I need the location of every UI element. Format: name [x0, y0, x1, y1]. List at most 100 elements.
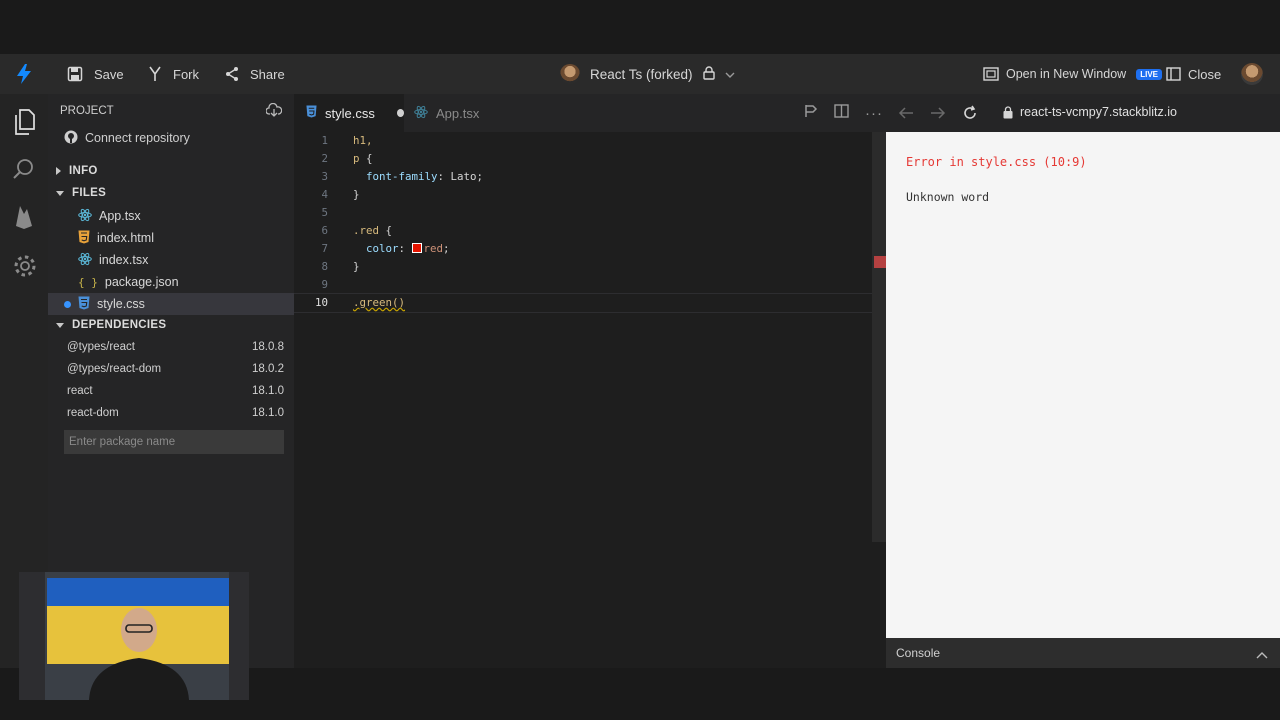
files-icon[interactable] — [12, 109, 36, 135]
dependency-version: 18.1.0 — [252, 385, 284, 397]
fork-button[interactable]: Fork — [148, 54, 199, 94]
cloud-download-icon[interactable] — [265, 102, 283, 120]
dependency-name: @types/react-dom — [67, 363, 162, 375]
github-icon — [64, 130, 78, 147]
line-code: h1, — [353, 134, 373, 147]
search-icon[interactable] — [12, 157, 36, 181]
line-code: font-family: Lato; — [353, 168, 483, 186]
file-item-package-json[interactable]: { } package.json — [48, 271, 294, 293]
code-line: 4 } — [294, 186, 874, 204]
console-bar[interactable]: Console — [886, 638, 1280, 668]
line-number: 4 — [321, 188, 328, 201]
chevron-up-icon[interactable] — [1256, 648, 1268, 662]
refresh-icon[interactable] — [962, 105, 978, 126]
value-token: : Lato; — [437, 170, 484, 183]
editor-tab-bar: style.css App.tsx ··· — [294, 94, 886, 132]
code-line: 7 color: red; — [294, 240, 874, 258]
value-token: red — [423, 242, 444, 255]
dependency-item[interactable]: @types/react 18.0.8 — [48, 336, 294, 358]
preview-url[interactable]: react-ts-vcmpy7.stackblitz.io — [1020, 105, 1177, 119]
caret-right-icon — [56, 167, 61, 175]
info-section-header[interactable]: INFO — [48, 160, 294, 182]
unsaved-dot-icon[interactable] — [396, 109, 404, 117]
dependency-item[interactable]: react-dom 18.1.0 — [48, 402, 294, 424]
code-line: 3 font-family: Lato; — [294, 168, 874, 186]
file-item-index-tsx[interactable]: index.tsx — [48, 249, 294, 271]
dependencies-section-header[interactable]: DEPENDENCIES — [48, 314, 294, 336]
caret-down-icon — [56, 322, 64, 328]
dependency-name: react — [67, 385, 93, 397]
dependency-name: @types/react — [67, 341, 135, 353]
react-icon — [78, 208, 92, 225]
project-header-label: PROJECT — [60, 105, 114, 117]
file-item-index-html[interactable]: index.html — [48, 227, 294, 249]
caret-down-icon — [56, 190, 64, 196]
editor-actions: ··· — [804, 94, 883, 132]
info-header-label: INFO — [69, 165, 98, 177]
package-name-input[interactable] — [64, 430, 284, 454]
close-label: Close — [1188, 66, 1222, 82]
share-button[interactable]: Share — [224, 54, 285, 94]
preview-pane: Error in style.css (10:9) Unknown word — [886, 132, 1280, 638]
chevron-down-icon — [725, 67, 735, 82]
open-new-window-label: Open in New Window — [1006, 67, 1127, 81]
close-button[interactable]: Close — [1166, 54, 1221, 94]
dependencies-header-label: DEPENDENCIES — [72, 319, 167, 331]
share-label: Share — [250, 66, 285, 82]
selector-token: .red — [353, 224, 380, 237]
close-panel-icon — [1166, 67, 1181, 81]
line-number: 1 — [321, 134, 328, 147]
react-icon — [78, 252, 92, 269]
css3-icon — [306, 105, 317, 121]
split-editor-icon[interactable] — [834, 104, 849, 122]
tab-app-tsx[interactable]: App.tsx — [404, 94, 504, 132]
code-line: 6 .red { — [294, 222, 874, 240]
project-header: PROJECT — [48, 100, 294, 122]
code-line: 2 p { — [294, 150, 874, 168]
firebase-icon[interactable] — [12, 204, 36, 229]
editor-scrollbar[interactable] — [872, 132, 886, 542]
format-icon[interactable] — [804, 104, 818, 122]
line-number: 10 — [314, 296, 328, 309]
code-line: 5 — [294, 204, 874, 222]
color-swatch[interactable] — [411, 243, 422, 253]
active-file-dot — [64, 300, 71, 308]
stackblitz-logo-icon[interactable] — [14, 63, 34, 88]
preview-url-bar: react-ts-vcmpy7.stackblitz.io — [886, 94, 1280, 132]
dependency-version: 18.1.0 — [252, 407, 284, 419]
line-number: 2 — [321, 152, 328, 165]
code-editor[interactable]: 1 h1, 2 p { 3 font-family: Lato; 4 } 5 6… — [294, 132, 886, 668]
html5-icon — [78, 230, 90, 247]
file-name: index.tsx — [99, 253, 149, 267]
code-line: 8 } — [294, 258, 874, 276]
project-title-area[interactable]: React Ts (forked) — [560, 54, 735, 94]
line-code: } — [353, 260, 360, 273]
file-name: package.json — [104, 275, 179, 289]
live-badge: LIVE — [1136, 68, 1162, 80]
file-item-app-tsx[interactable]: App.tsx — [48, 205, 294, 227]
dependency-name: react-dom — [67, 407, 119, 419]
line-code: .red { — [353, 222, 392, 240]
line-code-error: .green() — [353, 296, 406, 309]
property-token: color — [353, 242, 399, 255]
dependency-item[interactable]: @types/react-dom 18.0.2 — [48, 358, 294, 380]
line-number: 7 — [321, 242, 328, 255]
back-arrow-icon[interactable] — [898, 106, 914, 125]
code-line: 9 — [294, 276, 874, 294]
dependency-item[interactable]: react 18.1.0 — [48, 380, 294, 402]
save-button[interactable]: Save — [67, 54, 124, 94]
forward-arrow-icon[interactable] — [930, 106, 946, 125]
user-avatar[interactable] — [1241, 63, 1263, 85]
console-label: Console — [896, 646, 941, 660]
code-line: 1 h1, — [294, 132, 874, 150]
connect-repository-link[interactable]: Connect repository — [48, 127, 294, 149]
dependency-version: 18.0.8 — [252, 341, 284, 353]
files-header-label: FILES — [72, 187, 107, 199]
settings-gear-icon[interactable] — [12, 253, 36, 277]
more-options-icon[interactable]: ··· — [865, 105, 883, 122]
file-item-style-css[interactable]: style.css — [48, 293, 294, 315]
files-section-header[interactable]: FILES — [48, 182, 294, 204]
tab-style-css[interactable]: style.css — [294, 94, 404, 132]
open-new-window-button[interactable]: Open in New Window LIVE — [983, 54, 1162, 94]
error-title: Error in style.css (10:9) — [906, 155, 1087, 169]
